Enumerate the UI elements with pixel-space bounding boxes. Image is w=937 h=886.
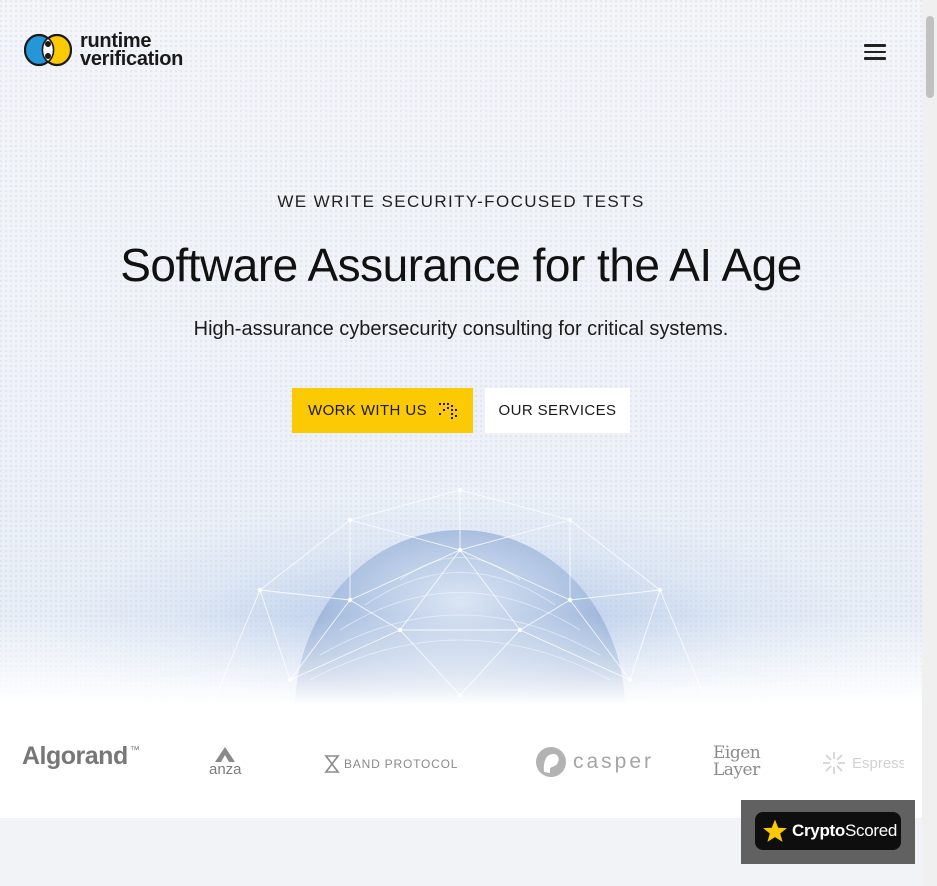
hero-title: Software Assurance for the AI Age — [120, 239, 802, 291]
partner-logo-algorand[interactable]: Algorand ™ — [22, 742, 140, 771]
partner-casper-name: casper — [573, 750, 655, 773]
page-scrollbar-track[interactable] — [922, 0, 937, 886]
band-protocol-mark-icon — [324, 755, 340, 773]
hero-eyebrow: WE WRITE SECURITY-FOCUSED TESTS — [277, 192, 645, 211]
our-services-button[interactable]: OUR SERVICES — [485, 388, 630, 433]
brand-logo[interactable]: runtime verification — [24, 31, 184, 70]
espresso-mark-icon — [823, 752, 845, 774]
brand-name-line2: verification — [80, 48, 184, 70]
runtime-verification-logo-icon — [24, 33, 72, 67]
work-with-us-label: WORK WITH US — [308, 402, 427, 419]
partner-logo-casper[interactable]: casper — [535, 746, 654, 778]
partner-band-protocol-name: BAND PROTOCOL — [344, 757, 459, 771]
partner-anza-name: anza — [209, 761, 242, 778]
cryptoscored-badge[interactable]: CryptoScored — [755, 812, 901, 850]
anza-mark-icon — [215, 747, 236, 762]
work-with-us-button[interactable]: WORK WITH US — [292, 388, 473, 433]
partner-logo-espresso[interactable]: Espresso — [822, 751, 904, 775]
partner-algorand-name: Algorand — [22, 742, 128, 770]
cryptoscored-label-rest: Scored — [844, 821, 898, 840]
star-icon — [763, 819, 787, 842]
hero-subtitle: High-assurance cybersecurity consulting … — [193, 318, 729, 340]
hero-fade — [0, 615, 922, 705]
partner-algorand-trademark: ™ — [129, 745, 140, 756]
partner-espresso-name: Espresso — [852, 754, 904, 772]
sparkle-dots-icon — [438, 402, 457, 419]
cryptoscored-label: CryptoScored — [792, 821, 897, 841]
casper-mark-icon — [536, 747, 566, 777]
partner-logo-band-protocol[interactable]: BAND PROTOCOL — [324, 754, 458, 774]
hamburger-menu-icon[interactable] — [862, 40, 888, 62]
partner-eigenlayer-line2: Layer — [713, 760, 760, 780]
hero-section — [0, 0, 922, 705]
partner-logo-anza[interactable]: anza — [209, 746, 242, 777]
page-scrollbar-thumb[interactable] — [926, 16, 934, 98]
cryptoscored-label-bold: Crypto — [792, 821, 845, 840]
brand-wordmark: runtime verification — [80, 31, 184, 70]
partner-logo-eigenlayer[interactable]: Eigen Layer — [713, 745, 761, 780]
